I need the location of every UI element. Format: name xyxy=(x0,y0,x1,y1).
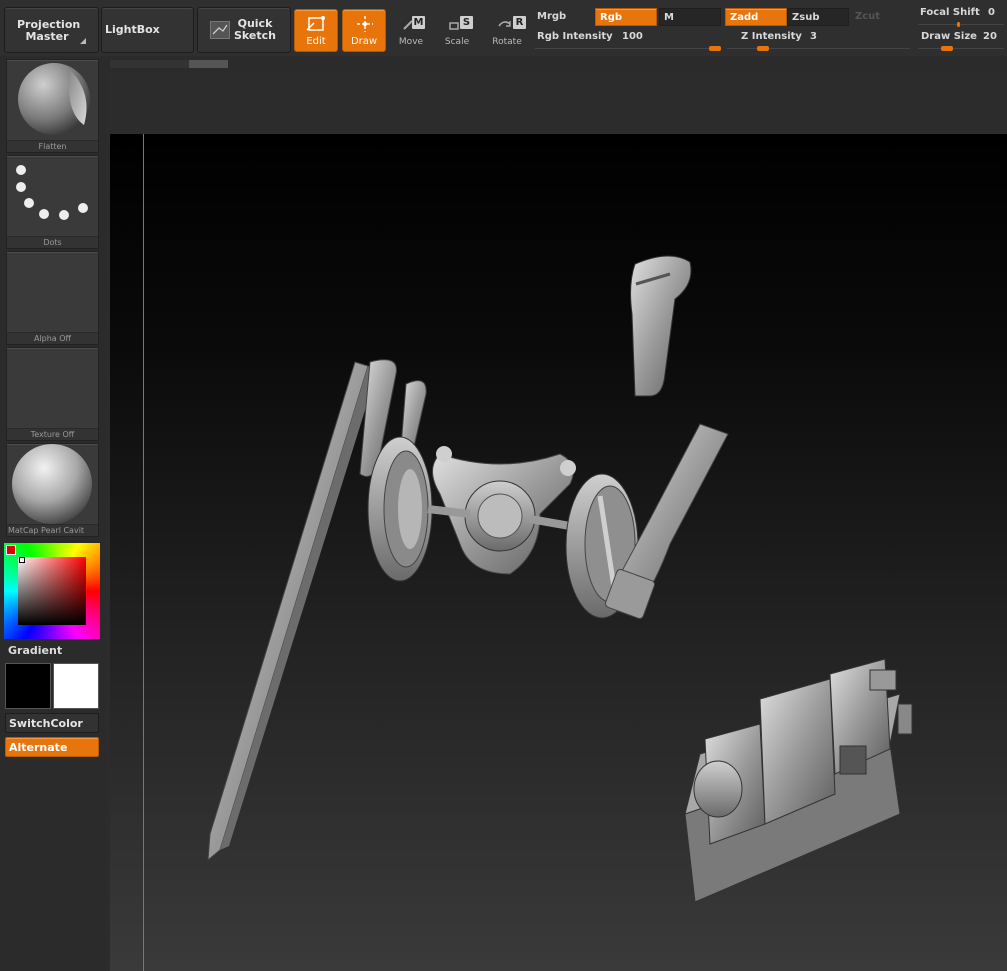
color-picker[interactable] xyxy=(4,543,100,639)
stroke-selector[interactable]: Dots xyxy=(6,155,99,249)
material-name: MatCap Pearl Cavit xyxy=(7,524,98,536)
move-button[interactable]: M Move xyxy=(388,10,434,50)
brush-name: Flatten xyxy=(7,140,98,152)
odm-center-body-model xyxy=(427,446,576,575)
scale-label: Scale xyxy=(444,37,470,47)
alternate-button[interactable]: Alternate xyxy=(5,737,99,757)
rgb-label: Rgb xyxy=(600,12,623,23)
rotate-button[interactable]: R Rotate xyxy=(484,10,530,50)
hue-marker[interactable] xyxy=(6,545,16,555)
z-intensity-track xyxy=(727,48,910,49)
lightbox-label: LightBox xyxy=(105,23,160,36)
3d-model-render xyxy=(207,255,913,903)
move-icon: M xyxy=(400,12,425,32)
sketch-icon xyxy=(210,21,230,39)
texture-name: Texture Off xyxy=(7,428,98,440)
primary-color-swatch[interactable] xyxy=(5,663,51,709)
document-tab-strip xyxy=(110,60,228,68)
brush-selector[interactable]: Flatten xyxy=(6,59,99,153)
quick-sketch-label: Quick Sketch xyxy=(233,17,276,42)
rgb-intensity-label: Rgb Intensity xyxy=(537,31,613,42)
rgb-intensity-knob[interactable] xyxy=(709,46,721,51)
switch-color-label: SwitchColor xyxy=(9,717,83,730)
rgb-button[interactable]: Rgb xyxy=(595,8,657,26)
mrgb-button[interactable]: Mrgb xyxy=(533,8,593,26)
draw-icon xyxy=(354,14,376,37)
texture-selector[interactable]: Texture Off xyxy=(6,347,99,441)
alpha-selector[interactable]: Alpha Off xyxy=(6,251,99,345)
focal-shift-knob[interactable] xyxy=(957,22,960,27)
draw-size-label: Draw Size xyxy=(921,31,977,42)
document-tab-active[interactable] xyxy=(189,60,228,68)
projection-master-button[interactable]: Projection Master xyxy=(4,7,99,53)
draw-label: Draw xyxy=(350,36,378,47)
lightbox-button[interactable]: LightBox xyxy=(101,7,194,53)
flatten-brush-icon xyxy=(18,63,90,135)
z-intensity-label: Z Intensity xyxy=(741,31,802,42)
rgb-intensity-value: 100 xyxy=(622,31,643,42)
move-label: Move xyxy=(398,37,424,47)
quick-sketch-button[interactable]: Quick Sketch xyxy=(197,7,291,53)
saturation-value-square[interactable] xyxy=(18,557,86,625)
dots-stroke-icon xyxy=(16,165,88,220)
gradient-label[interactable]: Gradient xyxy=(8,644,62,657)
draw-size-knob[interactable] xyxy=(941,46,953,51)
mrgb-label: Mrgb xyxy=(537,11,567,22)
zadd-button[interactable]: Zadd xyxy=(725,8,787,26)
alpha-name: Alpha Off xyxy=(7,332,98,344)
color-marker[interactable] xyxy=(19,557,25,563)
matcap-sphere-icon xyxy=(12,444,92,524)
projection-master-label: Projection Master xyxy=(17,18,81,43)
draw-size-value: 20 xyxy=(983,31,997,42)
alternate-label: Alternate xyxy=(9,741,68,754)
z-intensity-knob[interactable] xyxy=(757,46,769,51)
rotate-label: Rotate xyxy=(492,37,522,47)
edit-label: Edit xyxy=(306,36,326,47)
focal-shift-label: Focal Shift xyxy=(920,7,980,18)
zadd-label: Zadd xyxy=(730,12,759,23)
switch-color-button[interactable]: SwitchColor xyxy=(5,713,99,733)
top-toolbar: Projection Master LightBox Quick Sketch … xyxy=(0,0,1007,56)
scale-icon: S xyxy=(446,12,473,32)
zsub-label: Zsub xyxy=(792,12,820,23)
material-selector[interactable]: MatCap Pearl Cavit xyxy=(6,443,99,537)
rotate-icon: R xyxy=(496,12,526,32)
floating-grip-model xyxy=(630,255,692,397)
corner-arrow-icon xyxy=(80,38,86,44)
m-button[interactable]: M xyxy=(659,8,721,26)
m-label: M xyxy=(664,12,674,23)
blade-model xyxy=(207,361,377,862)
stroke-name: Dots xyxy=(7,236,98,248)
edit-button[interactable]: Edit xyxy=(294,9,338,52)
3d-viewport[interactable] xyxy=(110,134,1007,971)
zcut-button[interactable]: Zcut xyxy=(851,8,909,26)
draw-size-track xyxy=(918,48,1004,49)
left-gear-disc-model xyxy=(367,436,433,582)
scale-button[interactable]: S Scale xyxy=(434,10,480,50)
zcut-label: Zcut xyxy=(855,11,881,22)
edit-icon xyxy=(306,14,328,37)
secondary-color-swatch[interactable] xyxy=(53,663,99,709)
zsub-button[interactable]: Zsub xyxy=(787,8,849,26)
draw-button[interactable]: Draw xyxy=(342,9,386,52)
gas-canister-model xyxy=(684,658,913,903)
focal-shift-value: 0 xyxy=(988,7,995,18)
rgb-intensity-track xyxy=(535,48,720,49)
focal-shift-track xyxy=(918,24,1004,25)
z-intensity-value: 3 xyxy=(810,31,817,42)
